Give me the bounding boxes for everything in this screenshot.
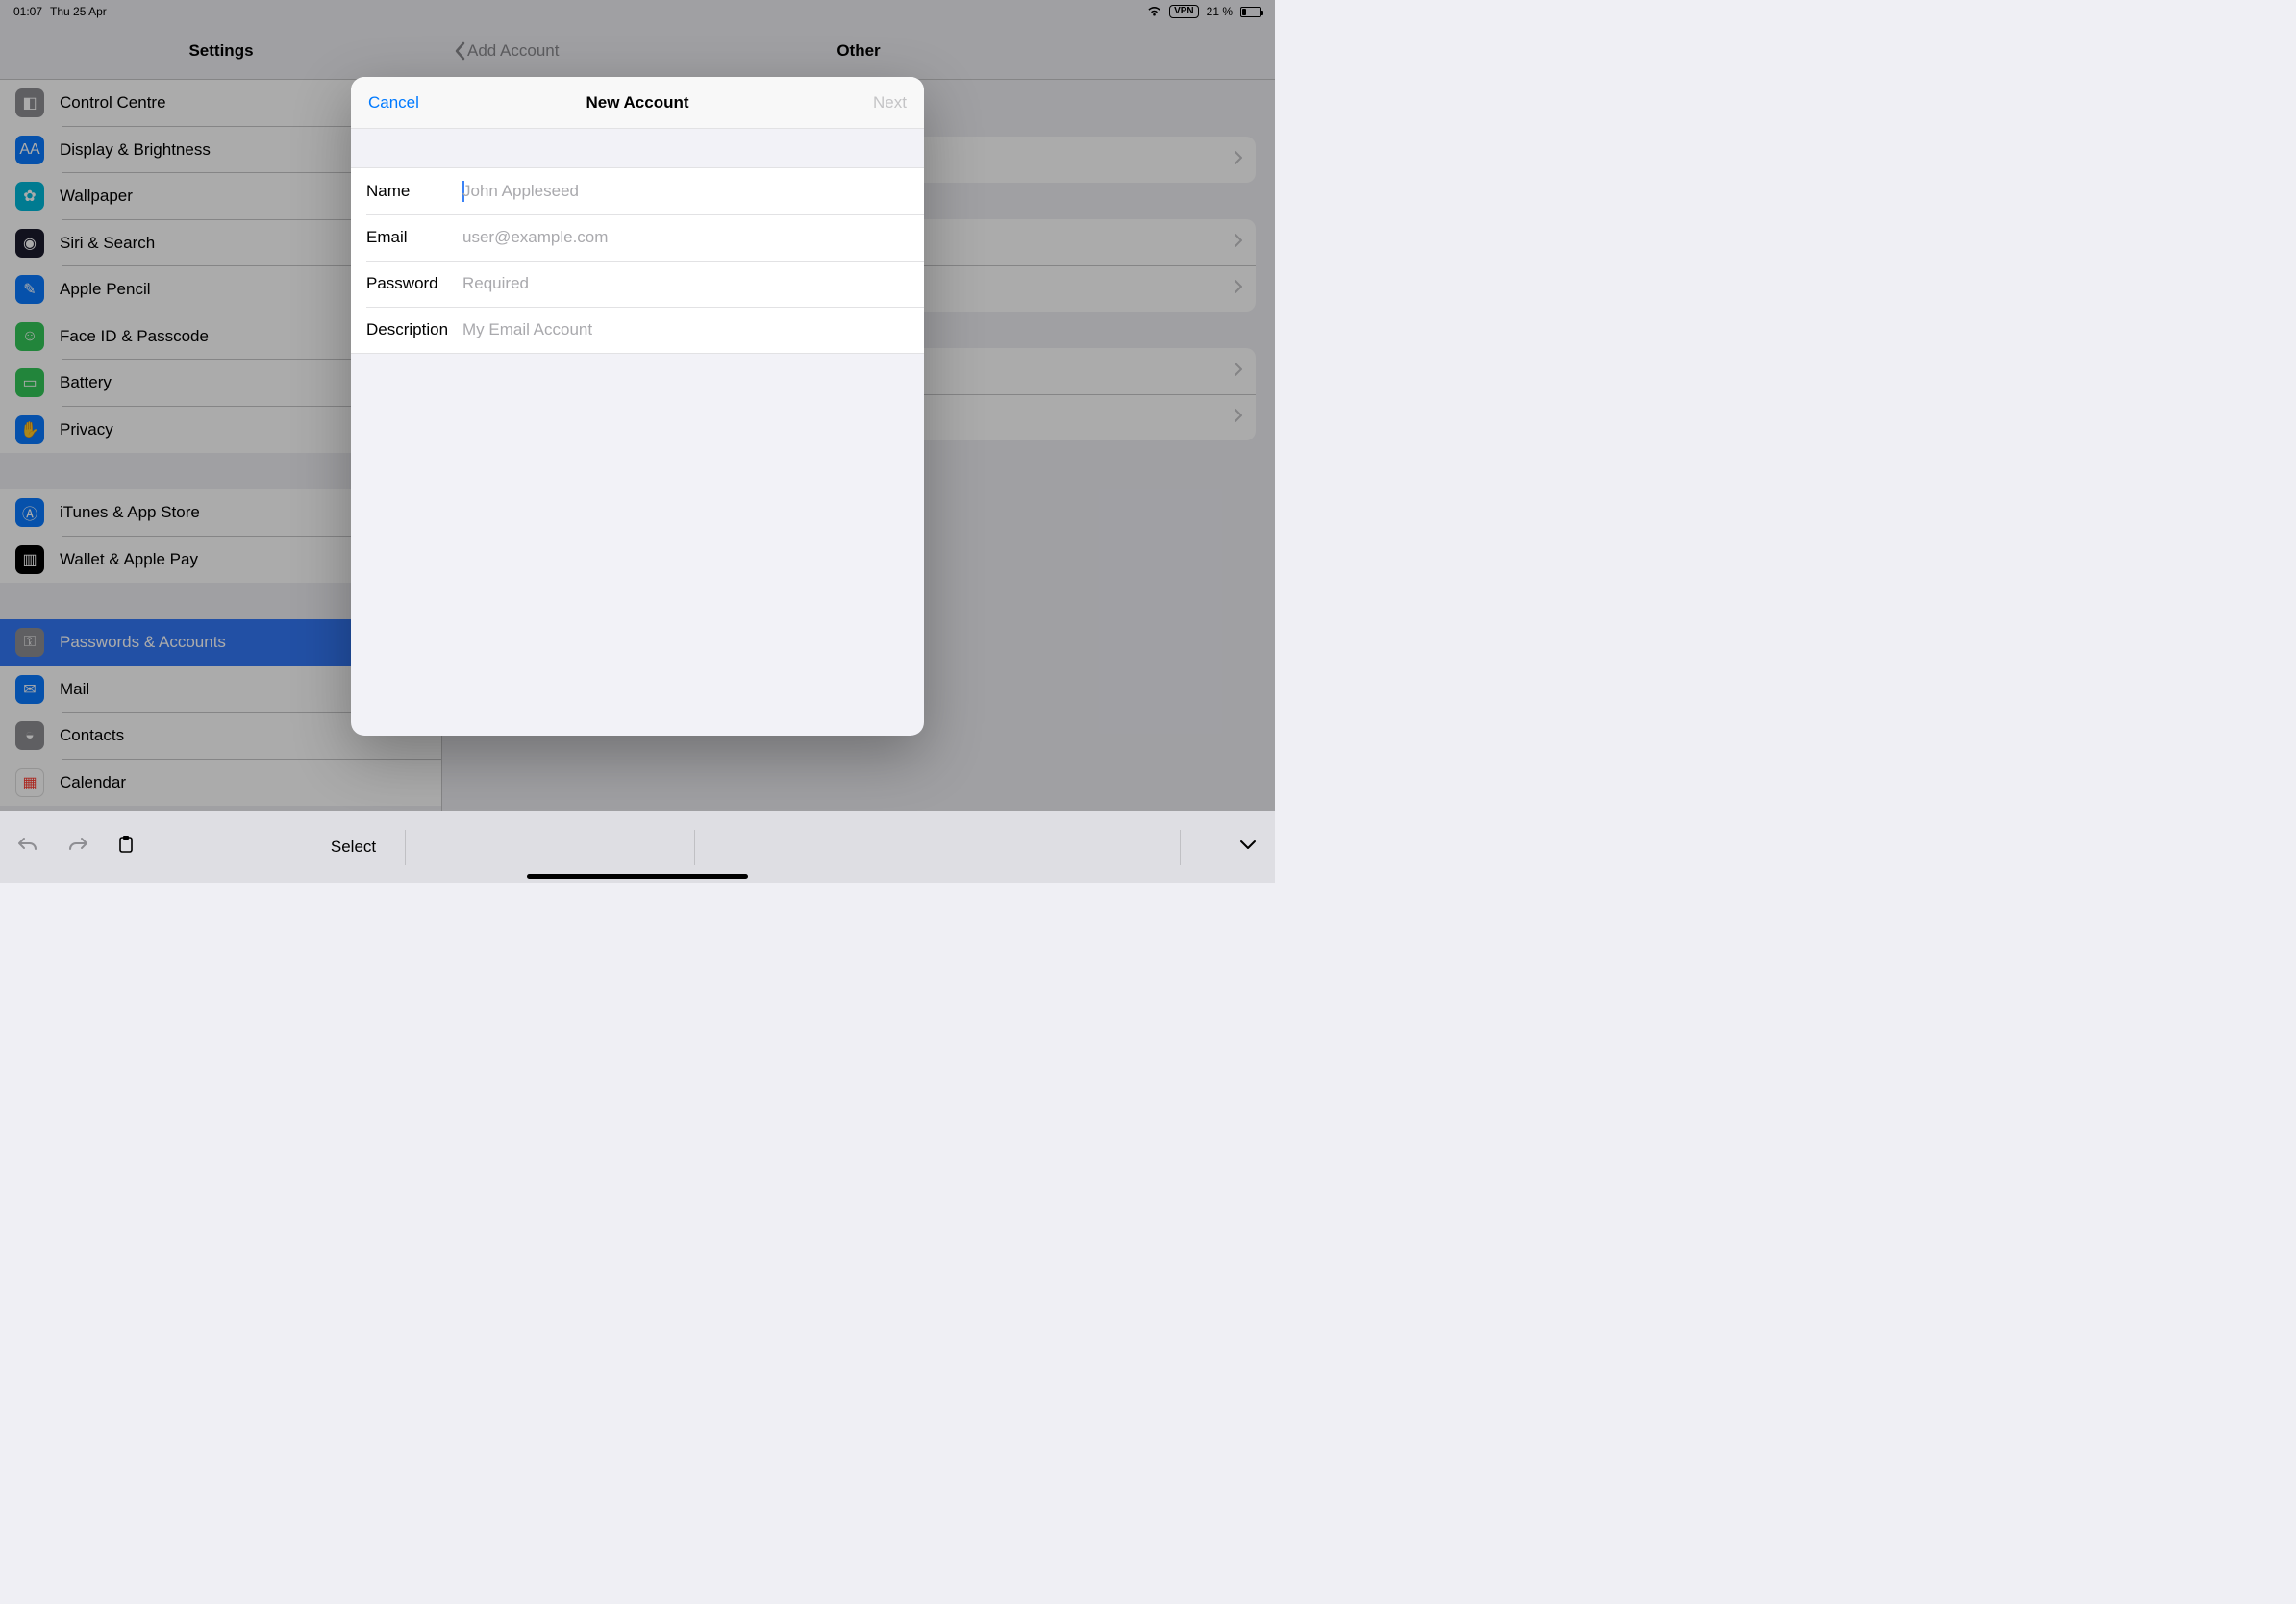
password-label: Password: [366, 274, 462, 293]
chevron-down-icon: [1238, 838, 1258, 851]
dismiss-keyboard-button[interactable]: [1238, 838, 1258, 856]
modal-title: New Account: [586, 93, 688, 113]
select-button[interactable]: Select: [331, 838, 376, 857]
divider: [694, 830, 695, 865]
keyboard-shortcut-bar: Select: [0, 811, 1275, 883]
description-row[interactable]: Description: [351, 307, 924, 353]
clipboard-icon: [117, 835, 135, 854]
modal-header: Cancel New Account Next: [351, 77, 924, 129]
name-label: Name: [366, 182, 462, 201]
name-row[interactable]: Name: [351, 168, 924, 214]
next-button[interactable]: Next: [873, 93, 907, 113]
email-row[interactable]: Email: [351, 214, 924, 261]
redo-icon: [67, 836, 88, 853]
divider: [405, 830, 406, 865]
paste-button[interactable]: [117, 835, 135, 859]
home-indicator[interactable]: [527, 874, 748, 879]
undo-icon: [17, 836, 38, 853]
undo-button[interactable]: [17, 836, 38, 858]
name-field[interactable]: [462, 182, 909, 201]
password-field[interactable]: [462, 274, 909, 293]
description-label: Description: [366, 320, 462, 339]
new-account-modal: Cancel New Account Next Name Email Passw…: [351, 77, 924, 736]
email-label: Email: [366, 228, 462, 247]
cancel-button[interactable]: Cancel: [368, 93, 419, 113]
divider: [1180, 830, 1181, 865]
password-row[interactable]: Password: [351, 261, 924, 307]
email-field[interactable]: [462, 228, 909, 247]
redo-button[interactable]: [67, 836, 88, 858]
account-form: Name Email Password Description: [351, 167, 924, 354]
description-field[interactable]: [462, 320, 909, 339]
